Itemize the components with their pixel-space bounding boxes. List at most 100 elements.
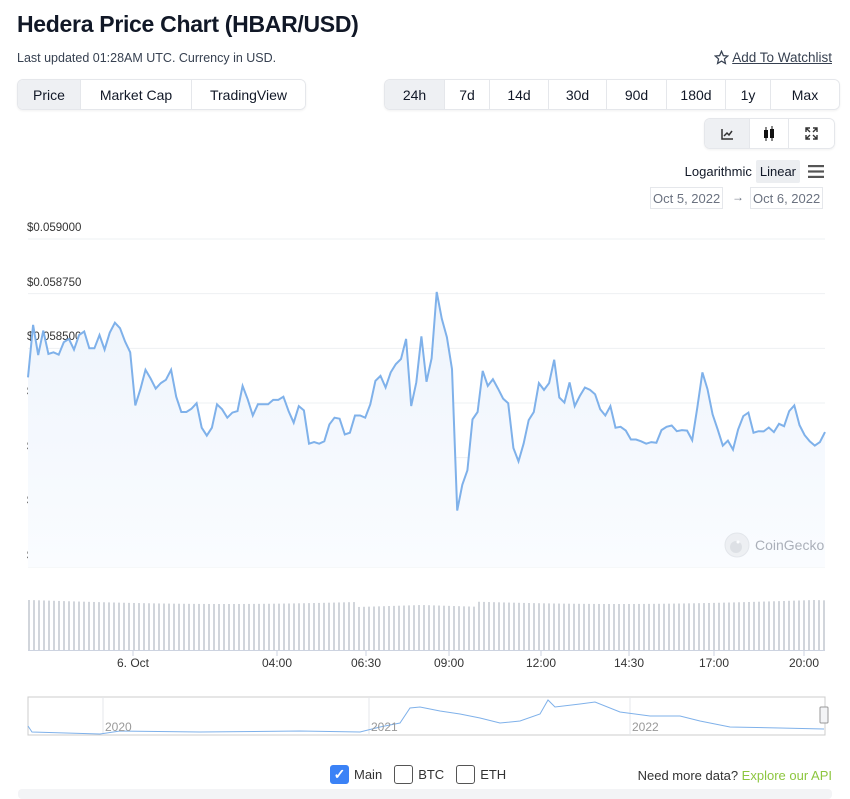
volume-bar (298, 603, 300, 650)
api-prompt: Need more data? (637, 768, 739, 783)
volume-bar (823, 600, 825, 650)
navigator-handle[interactable] (819, 706, 829, 724)
volume-bar (468, 606, 470, 650)
volume-bar (698, 603, 700, 650)
volume-bar (353, 602, 355, 650)
volume-bar (628, 603, 630, 650)
volume-bar (143, 603, 145, 650)
volume-bar (553, 603, 555, 650)
volume-bar (498, 602, 500, 650)
volume-bar (613, 603, 615, 650)
volume-bar (458, 606, 460, 650)
volume-bar (673, 603, 675, 650)
volume-bar (103, 602, 105, 650)
volume-bar (58, 600, 60, 650)
volume-bar (428, 605, 430, 650)
volume-bar (293, 603, 295, 650)
bottom-bar (18, 789, 832, 799)
volume-bar (33, 600, 35, 650)
volume-bar (328, 602, 330, 650)
volume-bar (738, 602, 740, 650)
eth-label: ETH (480, 767, 507, 782)
volume-bar (683, 603, 685, 650)
volume-bar (198, 603, 200, 650)
volume-bar (153, 603, 155, 650)
volume-bar (228, 603, 230, 650)
volume-bar (533, 603, 535, 650)
volume-bar (563, 603, 565, 650)
volume-bar (783, 600, 785, 650)
volume-bar (668, 603, 670, 650)
volume-bar (108, 602, 110, 650)
x-tick-label: 14:30 (613, 656, 645, 670)
volume-bar (288, 603, 290, 650)
volume-bar (303, 603, 305, 650)
volume-bar (578, 603, 580, 650)
volume-bar (263, 603, 265, 650)
volume-bar (418, 605, 420, 650)
main-label: Main (354, 767, 383, 782)
volume-bar (273, 603, 275, 650)
btc-label: BTC (418, 767, 445, 782)
volume-bar (318, 602, 320, 650)
volume-bar (178, 603, 180, 650)
volume-bar (693, 603, 695, 650)
volume-bar (248, 603, 250, 650)
volume-bar (218, 603, 220, 650)
volume-bar (618, 603, 620, 650)
volume-bar (408, 605, 410, 650)
volume-bar (678, 603, 680, 650)
volume-bar (163, 603, 165, 650)
volume-bar (238, 603, 240, 650)
watermark-text: CoinGecko (755, 537, 825, 553)
volume-bar (718, 602, 720, 650)
volume-bar (803, 600, 805, 650)
volume-bar (648, 603, 650, 650)
volume-bar (123, 602, 125, 650)
volume-bar (463, 606, 465, 650)
volume-bar (278, 603, 280, 650)
volume-bar (183, 603, 185, 650)
volume-bar (68, 601, 70, 650)
main-checkbox[interactable]: ✓ Main (330, 765, 382, 784)
volume-bar (813, 600, 815, 650)
series-legend: ✓ Main BTC ETH (330, 765, 506, 784)
eth-checkbox[interactable]: ETH (456, 765, 506, 784)
volume-bar (373, 606, 375, 650)
volume-bar (528, 603, 530, 650)
volume-bar (763, 601, 765, 650)
coingecko-logo-icon (724, 532, 750, 558)
x-tick-label: 20:00 (788, 656, 820, 670)
volume-bar (193, 603, 195, 650)
volume-bar (158, 603, 160, 650)
btc-checkbox[interactable]: BTC (394, 765, 444, 784)
volume-bar (308, 603, 310, 650)
x-tick-label: 09:00 (433, 656, 465, 670)
checkbox-empty-icon (456, 765, 476, 784)
volume-bar (728, 602, 730, 650)
price-chart[interactable] (0, 0, 850, 760)
volume-bar (128, 602, 130, 650)
explore-api-link[interactable]: Explore our API (742, 768, 832, 783)
volume-bar (548, 603, 550, 650)
volume-bar (358, 606, 360, 650)
volume-bar (478, 601, 480, 650)
navigator-year-label: 2022 (632, 720, 659, 734)
volume-bar (538, 603, 540, 650)
volume-bar (593, 603, 595, 650)
volume-bar (508, 602, 510, 650)
volume-bar (643, 603, 645, 650)
navigator-year-label: 2021 (371, 720, 398, 734)
volume-bar (173, 603, 175, 650)
volume-bar (363, 606, 365, 650)
volume-bar (383, 606, 385, 650)
volume-bar (148, 603, 150, 650)
volume-bar (438, 605, 440, 650)
coingecko-watermark: CoinGecko (724, 532, 824, 558)
volume-bar (48, 600, 50, 650)
volume-bar (558, 603, 560, 650)
volume-bar (78, 601, 80, 650)
volume-bar (223, 603, 225, 650)
volume-bar (818, 600, 820, 650)
volume-bar (433, 605, 435, 650)
